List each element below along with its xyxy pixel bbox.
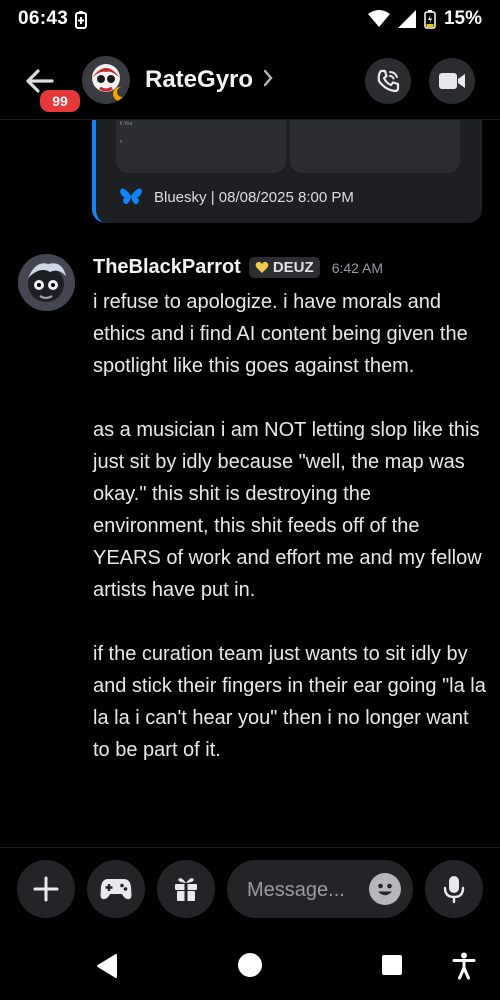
wifi-icon [367, 10, 390, 27]
role-tag[interactable]: DEUZ [248, 257, 320, 278]
embed-footer: Bluesky | 08/08/2025 8:00 PM [120, 187, 354, 207]
plus-icon [33, 876, 59, 902]
gift-icon [175, 878, 197, 901]
message-content: i refuse to apologize. i have morals and… [93, 286, 488, 798]
accessibility-icon[interactable] [452, 952, 476, 980]
microphone-icon [443, 876, 465, 904]
composer-divider [0, 847, 500, 848]
message-header: TheBlackParrot DEUZ 6:42 AM [93, 256, 383, 279]
embed-image-text: c [120, 139, 123, 145]
phone-call-icon [377, 69, 400, 93]
channel-title[interactable]: RateGyro [145, 66, 253, 94]
gift-button[interactable] [157, 860, 215, 918]
message-paragraph: if the curation team just wants to sit i… [93, 643, 486, 761]
status-time: 06:43 [18, 8, 69, 29]
message-field[interactable] [227, 860, 413, 918]
video-camera-icon [439, 73, 465, 89]
emoji-icon [378, 883, 392, 896]
author-avatar[interactable] [18, 254, 75, 311]
avatar-image [82, 56, 130, 104]
message-paragraph: i refuse to apologize. i have morals and… [93, 291, 468, 377]
unread-badge: 99 [38, 88, 82, 114]
role-tag-label: DEUZ [272, 259, 314, 276]
voice-message-button[interactable] [425, 860, 483, 918]
voice-call-button[interactable] [365, 58, 411, 104]
nav-recents-icon[interactable] [381, 954, 403, 976]
author-name[interactable]: TheBlackParrot [93, 256, 241, 279]
bluesky-butterfly-icon [120, 188, 142, 204]
system-nav-bar [0, 940, 500, 1000]
header-divider [0, 119, 500, 120]
video-call-button[interactable] [429, 58, 475, 104]
nav-back-icon[interactable] [95, 953, 119, 979]
nav-home-icon[interactable] [237, 952, 263, 978]
cell-signal-icon [397, 10, 416, 28]
embed-image-text: k You [120, 121, 133, 127]
channel-header: 99 RateGyro [0, 50, 500, 120]
message-input[interactable] [245, 874, 359, 906]
battery-percent: 15% [443, 8, 482, 29]
add-attachment-button[interactable] [17, 860, 75, 918]
status-indicators: 15% [367, 8, 482, 30]
channel-avatar[interactable] [82, 56, 130, 104]
battery-icon [424, 10, 436, 29]
emoji-button[interactable] [369, 873, 401, 905]
activities-button[interactable] [87, 860, 145, 918]
chevron-right-icon[interactable] [262, 68, 274, 88]
heart-badge-icon [255, 261, 269, 273]
gamepad-icon [100, 879, 132, 900]
message-paragraph: as a musician i am NOT letting slop like… [93, 419, 482, 601]
battery-saver-icon [75, 11, 87, 29]
embed-source: Bluesky | 08/08/2025 8:00 PM [154, 188, 354, 206]
status-bar: 06:43 15% [0, 0, 500, 40]
avatar-image [18, 254, 75, 311]
message-timestamp: 6:42 AM [331, 259, 384, 276]
